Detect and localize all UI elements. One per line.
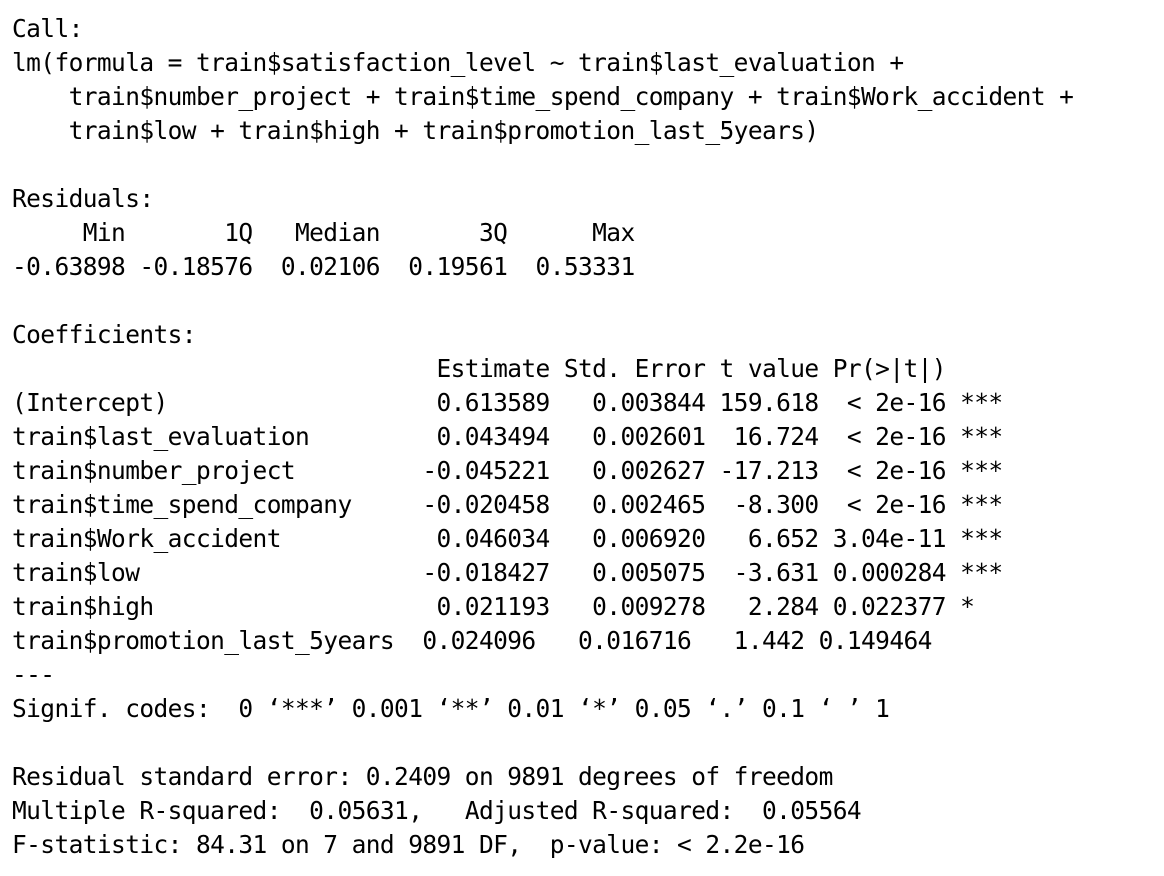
r-console-output: Call: lm(formula = train$satisfaction_le… (0, 0, 1164, 876)
signif-codes-line: Signif. codes: 0 ‘***’ 0.001 ‘**’ 0.01 ‘… (12, 694, 890, 723)
coefficient-row: (Intercept) 0.613589 0.003844 159.618 < … (12, 388, 1003, 417)
coefficient-row: train$number_project -0.045221 0.002627 … (12, 456, 1003, 485)
formula-line-1: lm(formula = train$satisfaction_level ~ … (12, 48, 904, 77)
separator-line: --- (12, 660, 55, 689)
residuals-label: Residuals: (12, 184, 154, 213)
formula-line-2: train$number_project + train$time_spend_… (12, 82, 1074, 111)
f-statistic-line: F-statistic: 84.31 on 7 and 9891 DF, p-v… (12, 830, 805, 859)
coefficient-row: train$time_spend_company -0.020458 0.002… (12, 490, 1003, 519)
coefficient-row: train$high 0.021193 0.009278 2.284 0.022… (12, 592, 975, 621)
coefficients-label: Coefficients: (12, 320, 197, 349)
residuals-values: -0.63898 -0.18576 0.02106 0.19561 0.5333… (12, 252, 635, 281)
coefficient-row: train$Work_accident 0.046034 0.006920 6.… (12, 524, 1003, 553)
coefficient-row: train$promotion_last_5years 0.024096 0.0… (12, 626, 932, 655)
coefficient-row: train$low -0.018427 0.005075 -3.631 0.00… (12, 558, 1003, 587)
r-squared-line: Multiple R-squared: 0.05631, Adjusted R-… (12, 796, 862, 825)
coefficient-row: train$last_evaluation 0.043494 0.002601 … (12, 422, 1003, 451)
formula-line-3: train$low + train$high + train$promotion… (12, 116, 820, 145)
coefficients-header: Estimate Std. Error t value Pr(>|t|) (12, 354, 947, 383)
call-label: Call: (12, 14, 83, 43)
residuals-header: Min 1Q Median 3Q Max (12, 218, 635, 247)
residual-std-error: Residual standard error: 0.2409 on 9891 … (12, 762, 833, 791)
